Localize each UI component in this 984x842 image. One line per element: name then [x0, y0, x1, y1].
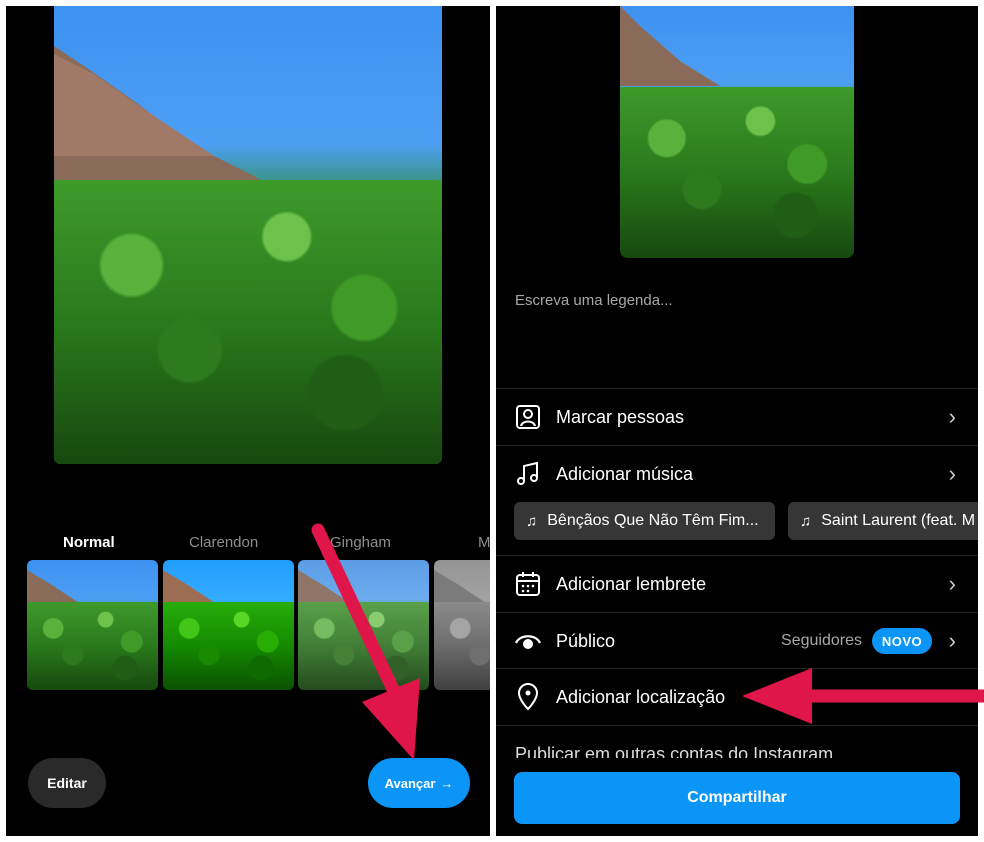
add-reminder-label: Adicionar lembrete	[556, 573, 707, 594]
filter-thumb-gingham[interactable]	[298, 560, 429, 690]
arrow-right-icon: →	[440, 775, 454, 791]
share-screen: Escreva uma legenda... Marcar pessoas › …	[496, 6, 978, 836]
filter-screen: Normal Clarendon Gingham M Editar Avança…	[6, 6, 490, 836]
add-music-row[interactable]: Adicionar música ›	[496, 446, 978, 502]
add-music-label: Adicionar música	[556, 463, 694, 484]
add-location-label: Adicionar localização	[556, 686, 726, 707]
thumb-foliage	[434, 601, 490, 690]
foliage	[620, 86, 854, 258]
audience-row[interactable]: Público Seguidores NOVO ›	[496, 613, 978, 669]
edit-button[interactable]: Editar	[28, 758, 106, 808]
music-note-icon	[514, 460, 542, 488]
calendar-icon	[514, 570, 542, 598]
caption-input[interactable]: Escreva uma legenda...	[515, 292, 673, 309]
divider	[496, 725, 978, 726]
post-photo-preview	[620, 6, 854, 258]
filter-label-gingham[interactable]: Gingham	[330, 534, 391, 551]
chevron-right-icon: ›	[948, 571, 956, 596]
chevron-right-icon: ›	[948, 628, 956, 653]
chevron-right-icon: ›	[948, 461, 956, 486]
filter-thumb-normal[interactable]	[27, 560, 158, 690]
add-reminder-row[interactable]: Adicionar lembrete ›	[496, 556, 978, 612]
filter-thumb-m[interactable]	[434, 560, 490, 690]
chevron-right-icon: ›	[948, 404, 956, 429]
chevron-right-icon: ›	[948, 684, 956, 709]
eye-icon	[514, 627, 542, 655]
music-chip-label: Saint Laurent (feat. M	[821, 512, 976, 529]
thumb-foliage	[163, 601, 294, 690]
thumb-foliage	[27, 601, 158, 690]
music-note-icon: ♫	[800, 512, 812, 530]
audience-value: Seguidores	[781, 632, 862, 649]
music-note-icon: ♫	[526, 512, 538, 530]
tag-person-icon	[514, 403, 542, 431]
music-chip[interactable]: ♫ Saint Laurent (feat. M	[788, 502, 978, 540]
filter-label-normal[interactable]: Normal	[63, 534, 115, 551]
tag-people-row[interactable]: Marcar pessoas ›	[496, 389, 978, 445]
next-button[interactable]: Avançar →	[368, 758, 470, 808]
new-badge: NOVO	[872, 628, 932, 654]
thumb-foliage	[298, 601, 429, 690]
audience-label: Público	[556, 630, 616, 651]
share-button[interactable]: Compartilhar	[514, 772, 960, 824]
location-pin-icon	[514, 683, 542, 711]
filter-label-m[interactable]: M	[478, 534, 490, 551]
music-chip-label: Bênçãos Que Não Têm Fim...	[547, 512, 759, 529]
foliage	[54, 180, 442, 464]
tag-people-label: Marcar pessoas	[556, 406, 685, 427]
next-button-label: Avançar	[384, 775, 436, 791]
add-location-row[interactable]: Adicionar localização ›	[496, 669, 978, 725]
filter-thumb-clarendon[interactable]	[163, 560, 294, 690]
photo-preview	[54, 6, 442, 464]
filter-label-clarendon[interactable]: Clarendon	[189, 534, 258, 551]
music-chip[interactable]: ♫ Bênçãos Que Não Têm Fim...	[514, 502, 775, 540]
